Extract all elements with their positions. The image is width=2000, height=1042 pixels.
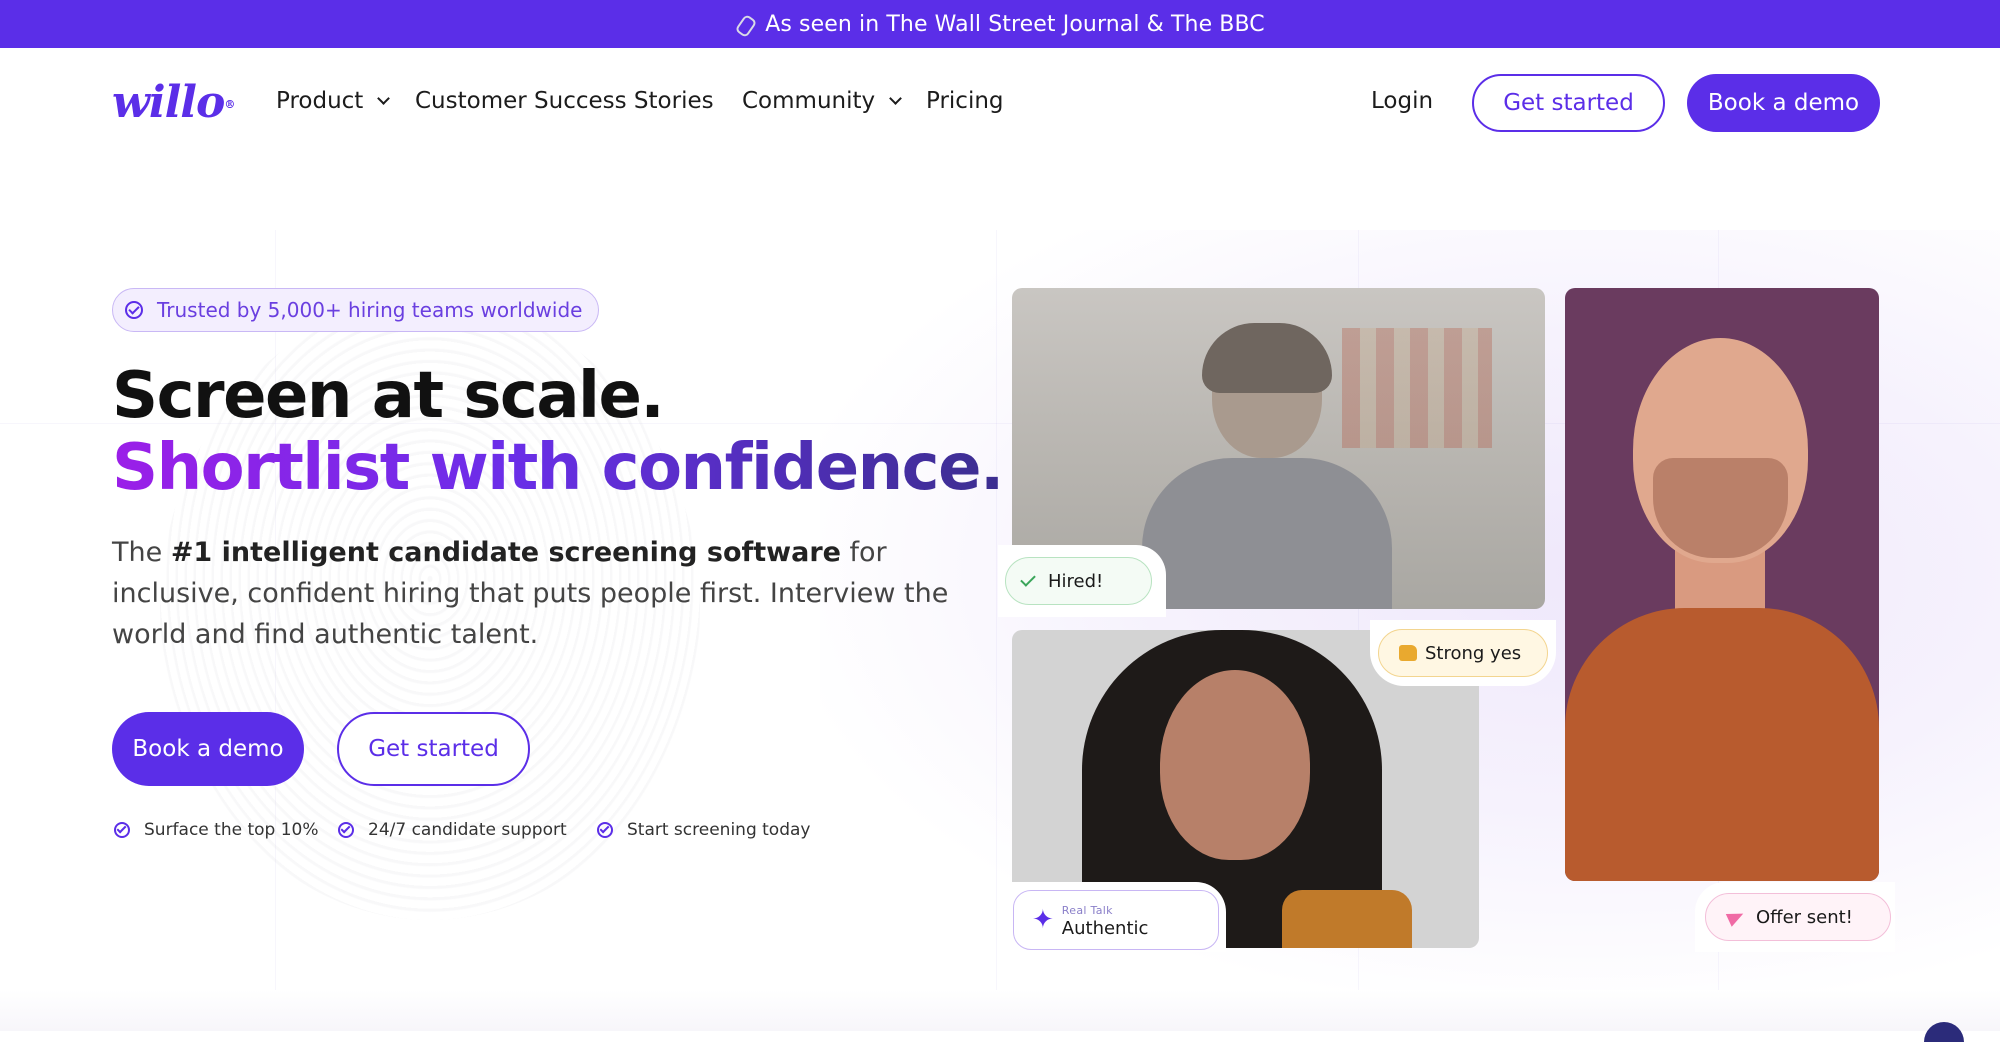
nav-item-label: Community xyxy=(742,88,876,114)
subtitle-emphasis: #1 intelligent candidate screening softw… xyxy=(170,537,841,568)
hero-title-line2: Shortlist with confidence. xyxy=(112,431,1004,505)
hero-get-started-button[interactable]: Get started xyxy=(337,712,530,786)
sparkle-icon: ✦ xyxy=(1032,905,1054,935)
button-label: Book a demo xyxy=(1707,90,1860,116)
nav-item-customer-success-stories[interactable]: Customer Success Stories xyxy=(415,86,714,116)
check-circle-icon xyxy=(597,822,613,838)
subtitle-text: The xyxy=(112,537,171,568)
check-circle-icon xyxy=(114,822,130,838)
section-bottom-fade xyxy=(0,990,2000,1031)
authentic-label: Authentic xyxy=(1061,918,1149,939)
feature-item: 24/7 candidate support xyxy=(338,820,567,840)
person-shirt xyxy=(1282,890,1412,948)
hired-tag: Hired! xyxy=(1005,557,1152,605)
person-face xyxy=(1160,670,1310,860)
hero-title-line1: Screen at scale. xyxy=(112,359,665,433)
feature-text: 24/7 candidate support xyxy=(368,820,567,840)
tag-label: Strong yes xyxy=(1425,642,1522,664)
person-body xyxy=(1142,458,1392,609)
login-label: Login xyxy=(1371,88,1434,114)
nav-item-label: Product xyxy=(276,88,364,114)
tag-label: Offer sent! xyxy=(1756,906,1853,928)
nav-item-pricing[interactable]: Pricing xyxy=(926,86,1004,116)
nav-item-product[interactable]: Product xyxy=(276,86,391,116)
feature-item: Start screening today xyxy=(597,820,810,840)
check-circle-icon xyxy=(338,822,354,838)
chevron-down-icon xyxy=(377,92,391,105)
logo-text: willo xyxy=(112,77,225,128)
announcement-banner[interactable]: As seen in The Wall Street Journal & The… xyxy=(0,0,2000,48)
nav-get-started-button[interactable]: Get started xyxy=(1472,74,1665,132)
hero-subtitle: The #1 intelligent candidate screening s… xyxy=(112,532,972,655)
login-link[interactable]: Login xyxy=(1371,86,1433,116)
paper-plane-icon xyxy=(1725,907,1747,927)
chevron-down-icon xyxy=(889,92,902,105)
feature-text: Start screening today xyxy=(627,820,811,840)
button-label: Get started xyxy=(368,736,499,762)
button-label: Get started xyxy=(1503,90,1634,116)
nav-item-label: Customer Success Stories xyxy=(415,88,714,114)
announcement-text: As seen in The Wall Street Journal & The… xyxy=(765,11,1265,37)
strong-yes-tag: Strong yes xyxy=(1378,629,1548,677)
feature-item: Surface the top 10% xyxy=(114,820,319,840)
tag-label: Hired! xyxy=(1048,570,1104,592)
authentic-tag: ✦ Real Talk Authentic xyxy=(1013,890,1219,950)
feature-text: Surface the top 10% xyxy=(144,820,319,840)
nav-item-community[interactable]: Community xyxy=(742,86,902,116)
verified-check-icon xyxy=(125,301,143,319)
trusted-badge: Trusted by 5,000+ hiring teams worldwide xyxy=(112,288,600,332)
willo-logo[interactable]: willo® xyxy=(112,81,235,125)
grid-line xyxy=(996,230,997,990)
thumbs-up-icon xyxy=(1399,645,1417,661)
hero-book-demo-button[interactable]: Book a demo xyxy=(112,712,304,786)
paperclip-icon xyxy=(735,14,755,34)
top-navigation: willo® Product Customer Success Stories … xyxy=(0,48,2000,158)
person-hair xyxy=(1202,323,1332,393)
button-label: Book a demo xyxy=(132,736,284,762)
candidate-photo-smiling-man xyxy=(1565,288,1879,881)
logo-registered-mark: ® xyxy=(224,98,235,111)
offer-sent-tag: Offer sent! xyxy=(1705,893,1891,941)
person-illustration xyxy=(1142,323,1392,609)
nav-book-demo-button[interactable]: Book a demo xyxy=(1687,74,1880,132)
person-sweater xyxy=(1565,608,1879,881)
trusted-badge-text: Trusted by 5,000+ hiring teams worldwide xyxy=(157,298,583,322)
authentic-text: Real Talk Authentic xyxy=(1062,902,1149,938)
checkmark-icon xyxy=(1020,571,1036,587)
nav-item-label: Pricing xyxy=(926,88,1004,114)
